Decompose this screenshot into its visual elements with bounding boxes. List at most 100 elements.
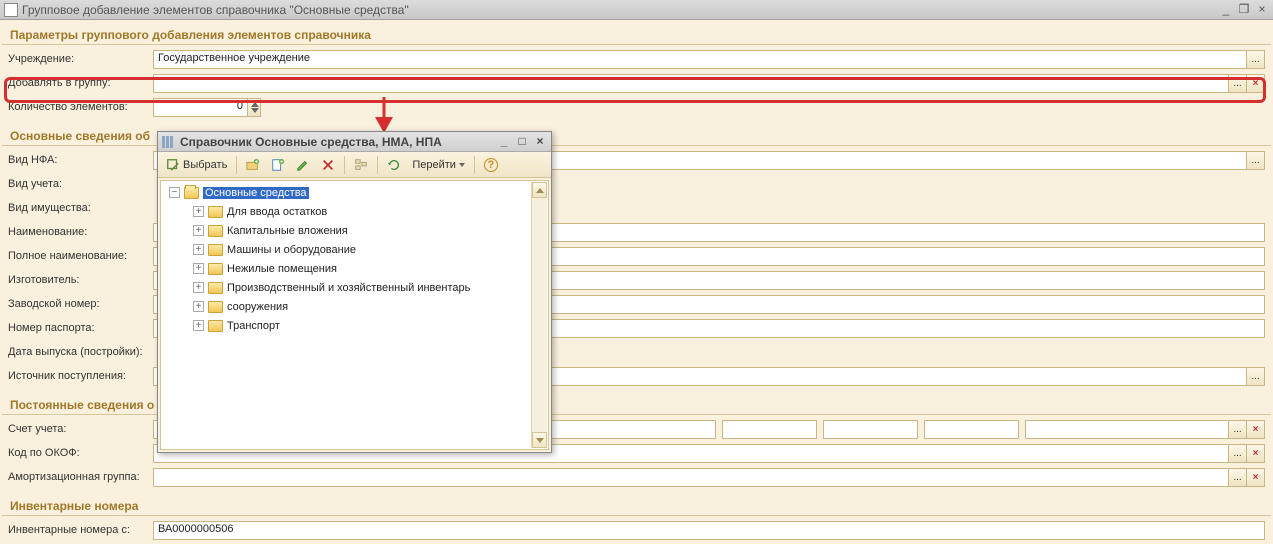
hierarchy-icon — [354, 158, 368, 172]
window-close-button[interactable]: × — [1255, 3, 1269, 17]
select-button-label: Выбрать — [183, 159, 227, 171]
section-params-header: Параметры группового добавления элементо… — [2, 20, 1271, 45]
tree-item[interactable]: + Нежилые помещения — [161, 259, 548, 278]
count-spinner[interactable] — [247, 98, 261, 117]
org-lookup-button[interactable]: ... — [1246, 50, 1265, 69]
amort-lookup-button[interactable]: ... — [1228, 468, 1247, 487]
tree-item-label: сооружения — [227, 301, 288, 313]
label-source: Источник поступления: — [8, 370, 153, 382]
folder-icon — [208, 263, 223, 275]
label-count: Количество элементов: — [8, 101, 153, 113]
expand-icon[interactable]: + — [193, 282, 204, 293]
tree-item[interactable]: + сооружения — [161, 297, 548, 316]
tree-item[interactable]: + Машины и оборудование — [161, 240, 548, 259]
tree-item-label: Капитальные вложения — [227, 225, 348, 237]
input-account-extra4[interactable] — [1025, 420, 1229, 439]
hierarchy-button[interactable] — [350, 155, 372, 175]
refresh-button[interactable] — [383, 155, 405, 175]
dropdown-arrow-icon — [459, 163, 465, 167]
edit-button[interactable] — [292, 155, 314, 175]
add-folder-button[interactable] — [242, 155, 264, 175]
account-clear-button[interactable]: × — [1246, 420, 1265, 439]
help-button[interactable]: ? — [480, 155, 502, 175]
add-item-icon — [271, 158, 285, 172]
tree-item-label: Для ввода остатков — [227, 206, 327, 218]
window-restore-button[interactable]: ❐ — [1237, 3, 1251, 17]
label-manuf: Изготовитель: — [8, 274, 153, 286]
expand-icon[interactable]: + — [193, 225, 204, 236]
popup-minimize-button[interactable]: _ — [497, 135, 511, 149]
account-lookup-button[interactable]: ... — [1228, 420, 1247, 439]
folder-icon — [208, 206, 223, 218]
expand-icon[interactable]: + — [193, 206, 204, 217]
tree-item-label: Машины и оборудование — [227, 244, 356, 256]
expand-icon[interactable]: + — [193, 263, 204, 274]
input-account-extra2[interactable] — [823, 420, 918, 439]
okof-lookup-button[interactable]: ... — [1228, 444, 1247, 463]
input-count[interactable]: 0 — [153, 98, 248, 117]
label-name: Наименование: — [8, 226, 153, 238]
popup-tree-panel: − Основные средства + Для ввода остатков… — [160, 180, 549, 450]
label-org: Учреждение: — [8, 53, 153, 65]
section-inv-header: Инвентарные номера — [2, 491, 1271, 516]
window-minimize-button[interactable]: _ — [1219, 3, 1233, 17]
tree-item[interactable]: + Производственный и хозяйственный инвен… — [161, 278, 548, 297]
source-lookup-button[interactable]: ... — [1246, 367, 1265, 386]
window-title: Групповое добавление элементов справочни… — [22, 3, 409, 17]
folder-icon — [208, 225, 223, 237]
scroll-up-button[interactable] — [532, 182, 547, 198]
tree-root-row[interactable]: − Основные средства — [161, 183, 548, 202]
goto-button-label: Перейти — [412, 159, 456, 171]
expand-icon[interactable]: + — [193, 301, 204, 312]
nfa-lookup-button[interactable]: ... — [1246, 151, 1265, 170]
input-account-extra3[interactable] — [924, 420, 1019, 439]
label-date: Дата выпуска (постройки): — [8, 346, 153, 358]
folder-icon — [208, 320, 223, 332]
collapse-icon[interactable]: − — [169, 187, 180, 198]
delete-button[interactable] — [317, 155, 339, 175]
folder-icon — [208, 301, 223, 313]
label-account: Счет учета: — [8, 423, 153, 435]
expand-icon[interactable]: + — [193, 320, 204, 331]
label-group: Добавлять в группу: — [8, 77, 153, 89]
goto-button[interactable]: Перейти — [408, 155, 469, 175]
tree-root-label: Основные средства — [203, 187, 309, 199]
tree-item-label: Транспорт — [227, 320, 280, 332]
select-button[interactable]: Выбрать — [162, 155, 231, 175]
tree-item[interactable]: + Транспорт — [161, 316, 548, 335]
label-amort: Амортизационная группа: — [8, 471, 153, 483]
add-folder-icon — [246, 158, 260, 172]
label-property: Вид имущества: — [8, 202, 153, 214]
popup-title-bar: Справочник Основные средства, НМА, НПА _… — [158, 132, 551, 152]
input-inv-from[interactable]: ВА0000000506 — [153, 521, 1265, 540]
tree-item[interactable]: + Капитальные вложения — [161, 221, 548, 240]
popup-close-button[interactable]: × — [533, 135, 547, 149]
popup-maximize-button[interactable]: □ — [515, 135, 529, 149]
okof-clear-button[interactable]: × — [1246, 444, 1265, 463]
label-okof: Код по ОКОФ: — [8, 447, 153, 459]
input-amort[interactable] — [153, 468, 1229, 487]
expand-icon[interactable]: + — [193, 244, 204, 255]
add-item-button[interactable] — [267, 155, 289, 175]
label-fullname: Полное наименование: — [8, 250, 153, 262]
popup-title-icon — [162, 136, 176, 148]
group-clear-button[interactable]: × — [1246, 74, 1265, 93]
refresh-icon — [387, 158, 401, 172]
chevron-down-icon — [536, 438, 544, 443]
tree-item[interactable]: + Для ввода остатков — [161, 202, 548, 221]
tree-item-label: Нежилые помещения — [227, 263, 337, 275]
input-account-extra1[interactable] — [722, 420, 817, 439]
scrollbar[interactable] — [531, 182, 547, 448]
input-group[interactable] — [153, 74, 1229, 93]
amort-clear-button[interactable]: × — [1246, 468, 1265, 487]
label-inv-from: Инвентарные номера с: — [8, 524, 153, 536]
label-nfa: Вид НФА: — [8, 154, 153, 166]
input-org[interactable]: Государственное учреждение — [153, 50, 1247, 69]
chevron-up-icon — [536, 188, 544, 193]
label-accounting: Вид учета: — [8, 178, 153, 190]
tree: − Основные средства + Для ввода остатков… — [161, 181, 548, 337]
group-lookup-button[interactable]: ... — [1228, 74, 1247, 93]
popup-toolbar: Выбрать Перейти ? — [158, 152, 551, 178]
select-icon — [166, 158, 180, 172]
scroll-down-button[interactable] — [532, 432, 547, 448]
